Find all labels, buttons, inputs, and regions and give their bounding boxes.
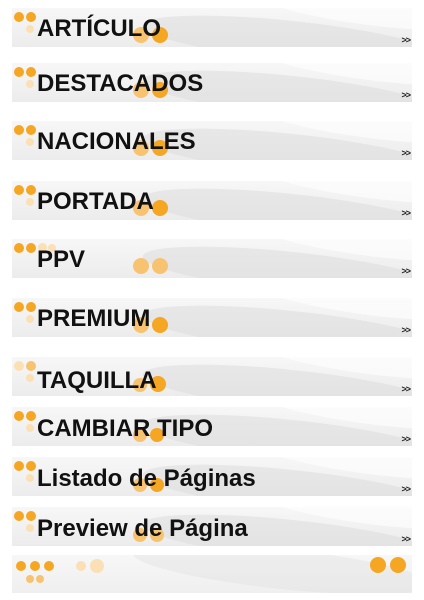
arrow-icon: >> bbox=[401, 484, 410, 494]
menu-item-articulo[interactable]: ARTÍCULO >> bbox=[12, 8, 412, 47]
menu-item-destacados[interactable]: DESTACADOS >> bbox=[12, 63, 412, 102]
link-menu: ARTÍCULO >> DESTACADOS >> NACIONALES >> … bbox=[0, 0, 424, 600]
menu-item-cambiar-tipo[interactable]: CAMBIAR TIPO >> bbox=[12, 407, 412, 446]
menu-item-premium[interactable]: PREMIUM >> bbox=[12, 298, 412, 337]
menu-item-label: ARTÍCULO bbox=[37, 15, 161, 42]
menu-item-preview-de-pagina[interactable]: Preview de Página >> bbox=[12, 507, 412, 546]
arrow-icon: >> bbox=[401, 434, 410, 444]
menu-item-label: Preview de Página bbox=[37, 515, 248, 542]
dots-decoration bbox=[133, 256, 173, 276]
menu-item-label: CAMBIAR TIPO bbox=[37, 415, 213, 442]
arrow-icon: >> bbox=[401, 266, 410, 276]
menu-item-portada[interactable]: PORTADA >> bbox=[12, 181, 412, 220]
menu-item-label: TAQUILLA bbox=[37, 367, 157, 394]
menu-item-label: PPV bbox=[37, 246, 86, 273]
arrow-icon: >> bbox=[401, 384, 410, 394]
menu-item-listado-de-paginas[interactable]: Listado de Páginas >> bbox=[12, 457, 412, 496]
arrow-icon: >> bbox=[401, 148, 410, 158]
menu-item-ppv[interactable]: PPV >> bbox=[12, 239, 412, 278]
menu-item-taquilla[interactable]: TAQUILLA >> bbox=[12, 357, 412, 396]
menu-item-label: PREMIUM bbox=[37, 305, 151, 332]
menu-item-label: DESTACADOS bbox=[37, 70, 204, 97]
footer-band bbox=[12, 555, 412, 593]
arrow-icon: >> bbox=[401, 534, 410, 544]
dots-decoration bbox=[368, 555, 412, 593]
arrow-icon: >> bbox=[401, 90, 410, 100]
arrow-icon: >> bbox=[401, 208, 410, 218]
arrow-icon: >> bbox=[401, 35, 410, 45]
menu-item-nacionales[interactable]: NACIONALES >> bbox=[12, 121, 412, 160]
menu-item-label: Listado de Páginas bbox=[37, 465, 256, 492]
menu-item-label: NACIONALES bbox=[37, 128, 196, 155]
arrow-icon: >> bbox=[401, 325, 410, 335]
dots-decoration bbox=[12, 555, 132, 593]
menu-item-label: PORTADA bbox=[37, 188, 154, 215]
